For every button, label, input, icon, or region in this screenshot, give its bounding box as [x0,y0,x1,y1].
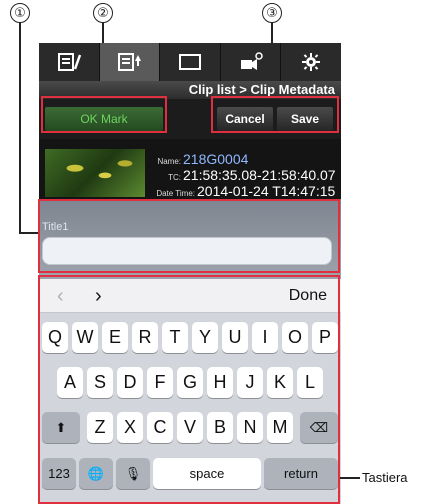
gear-icon [302,53,321,71]
clip-metadata: Name: 218G0004 TC: 21:58:35.08-21:58:40.… [145,151,341,199]
callout-1: ① [10,3,30,23]
keyboard-annotation: Tastiera [362,470,408,485]
clip-datetime-key: Date Time: [156,189,195,198]
highlight-keyboard [38,275,340,504]
callout-1-line [19,23,21,233]
callout-3: ③ [262,3,282,23]
clip-info: Name: 218G0004 TC: 21:58:35.08-21:58:40.… [39,139,341,199]
highlight-title-field [38,199,340,273]
tab-edit[interactable] [39,43,100,81]
edit-list-icon [57,53,81,71]
callout-2: ② [93,3,113,23]
monitor-icon [178,54,201,70]
clip-list-icon [118,53,142,71]
tab-settings[interactable] [281,43,341,81]
clip-datetime: 2014-01-24 T14:47:15 [197,183,336,199]
camera-settings-icon [240,52,263,70]
clip-name: 218G0004 [183,151,249,167]
clip-tc-key: TC: [168,173,181,182]
keyboard-callout-line [340,477,360,479]
tab-clip-list[interactable] [99,43,161,81]
highlight-cancel-save [211,96,339,133]
tab-monitor[interactable] [160,43,221,81]
tab-camera-settings[interactable] [221,43,282,81]
tab-bar [39,43,341,81]
clip-name-key: Name: [157,157,181,166]
clip-timecode: 21:58:35.08-21:58:40.07 [183,167,336,183]
highlight-ok-mark [41,96,167,133]
clip-thumbnail [45,149,145,197]
